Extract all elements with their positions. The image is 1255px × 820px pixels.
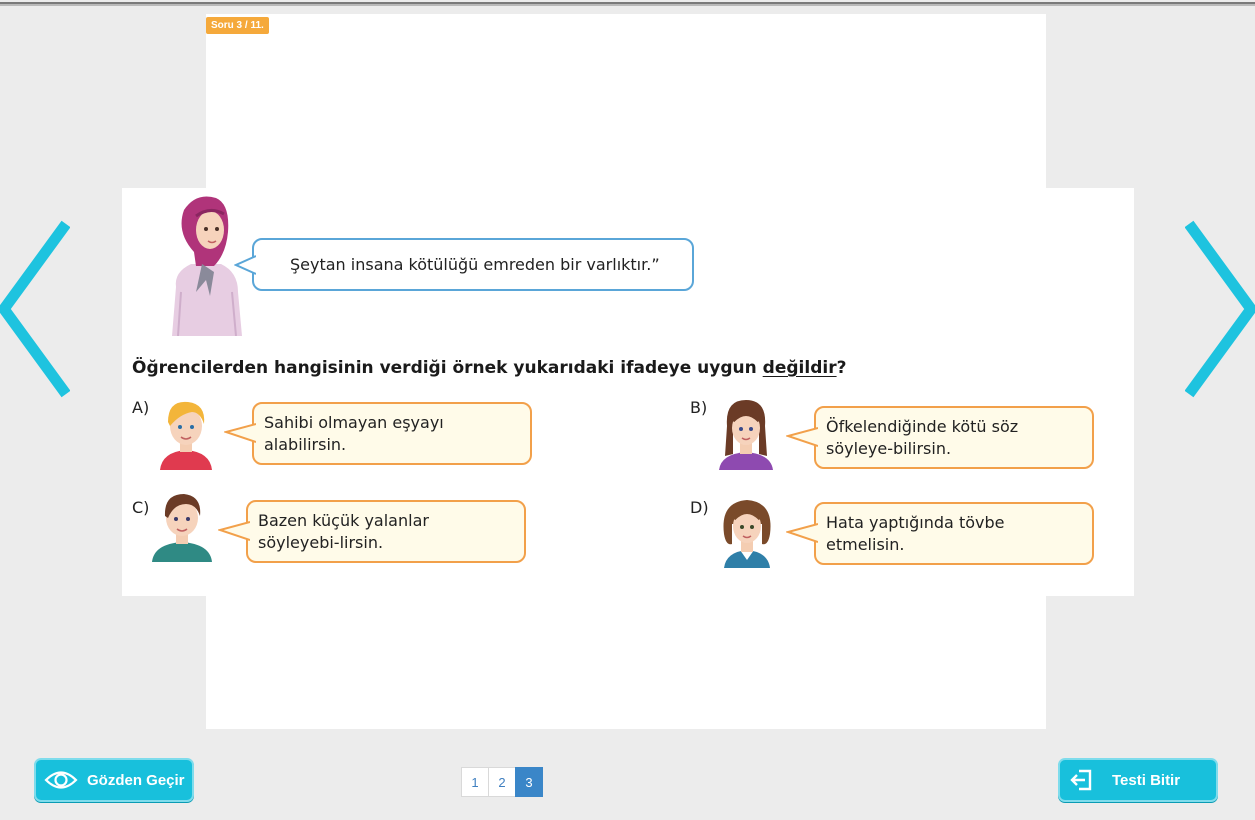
option-a-bubble[interactable]: Sahibi olmayan eşyayı alabilirsin. bbox=[224, 402, 532, 465]
question-prompt-main: Öğrencilerden hangisinin verdiği örnek y… bbox=[132, 358, 763, 378]
pagination: 1 2 3 bbox=[461, 767, 543, 797]
speech-tail bbox=[224, 423, 256, 443]
finish-test-button[interactable]: Testi Bitir bbox=[1058, 758, 1218, 802]
question-prompt: Öğrencilerden hangisinin verdiği örnek y… bbox=[132, 358, 846, 378]
review-label: Gözden Geçir bbox=[87, 771, 185, 789]
option-b-letter[interactable]: B) bbox=[690, 398, 707, 417]
speech-tail bbox=[234, 255, 256, 275]
speech-tail bbox=[218, 521, 250, 541]
speech-tail bbox=[786, 523, 818, 543]
review-button[interactable]: Gözden Geçir bbox=[34, 758, 194, 802]
option-d-text: Hata yaptığında tövbe etmelisin. bbox=[826, 512, 1005, 554]
teacher-speech-bubble: Şeytan insana kötülüğü emreden bir varlı… bbox=[234, 238, 694, 291]
option-c-bubble[interactable]: Bazen küçük yalanlar söyleyebi-lirsin. bbox=[218, 500, 526, 563]
finish-label: Testi Bitir bbox=[1112, 771, 1181, 789]
chevron-right-icon[interactable] bbox=[1185, 220, 1255, 398]
eye-icon bbox=[44, 771, 78, 789]
option-d-letter[interactable]: D) bbox=[690, 498, 709, 517]
option-a-text: Sahibi olmayan eşyayı alabilirsin. bbox=[264, 412, 444, 454]
option-c-avatar[interactable] bbox=[150, 490, 214, 562]
option-a-letter[interactable]: A) bbox=[132, 398, 149, 417]
option-c-text: Bazen küçük yalanlar söyleyebi-lirsin. bbox=[258, 510, 429, 552]
teacher-quote: Şeytan insana kötülüğü emreden bir varlı… bbox=[290, 254, 660, 274]
exit-icon bbox=[1070, 769, 1092, 791]
question-counter-badge: Soru 3 / 11. bbox=[206, 17, 269, 34]
option-b-text: Öfkelendiğinde kötü söz söyleye-bilirsin… bbox=[826, 416, 1019, 458]
page-button-2[interactable]: 2 bbox=[488, 767, 516, 797]
option-c-letter[interactable]: C) bbox=[132, 498, 149, 517]
page-button-3[interactable]: 3 bbox=[515, 767, 543, 797]
option-d-avatar[interactable] bbox=[718, 494, 776, 568]
option-d-bubble[interactable]: Hata yaptığında tövbe etmelisin. bbox=[786, 502, 1094, 565]
question-prompt-emphasis: değildir bbox=[762, 358, 837, 378]
question-content: Şeytan insana kötülüğü emreden bir varlı… bbox=[122, 188, 1134, 596]
option-b-avatar[interactable] bbox=[715, 396, 777, 470]
option-a-avatar[interactable] bbox=[156, 396, 216, 470]
top-divider-light bbox=[0, 4, 1255, 6]
speech-tail bbox=[786, 427, 818, 447]
top-bar bbox=[0, 0, 1255, 7]
option-b-bubble[interactable]: Öfkelendiğinde kötü söz söyleye-bilirsin… bbox=[786, 406, 1094, 469]
page-button-1[interactable]: 1 bbox=[461, 767, 489, 797]
chevron-left-icon[interactable] bbox=[0, 220, 70, 398]
question-prompt-end: ? bbox=[836, 358, 847, 378]
